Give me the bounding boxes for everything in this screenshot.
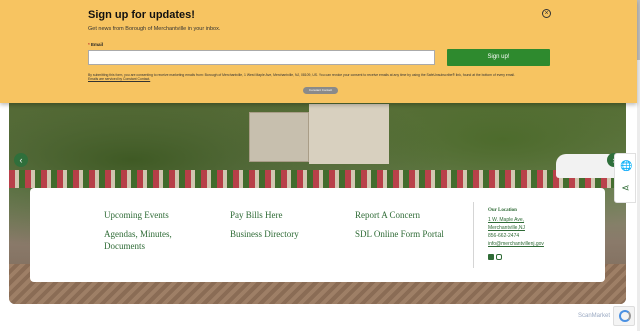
contact-address-line2[interactable]: Merchantville,NJ [488,224,598,232]
required-mark: * [88,42,90,47]
link-report-concern[interactable]: Report A Concern [355,209,465,221]
recaptcha-icon [619,310,631,322]
signup-modal: Sign up for updates! Get news from Borou… [0,0,637,103]
constant-contact-link[interactable]: Emails are serviced by Constant Contact. [88,77,553,81]
consent-disclaimer: By submitting this form, you are consent… [88,73,553,81]
globe-icon[interactable]: 🌐 [620,161,632,172]
hero-house [249,112,309,162]
link-upcoming-events[interactable]: Upcoming Events [104,209,204,221]
signup-button[interactable]: Sign up! [447,49,550,66]
email-label: * Email [88,42,103,47]
share-icon[interactable]: ⋖ [620,183,631,194]
link-agendas-minutes[interactable]: Agendas, Minutes, Documents [104,228,204,252]
link-sdl-portal[interactable]: SDL Online Form Portal [355,228,465,240]
link-pay-bills[interactable]: Pay Bills Here [230,209,330,221]
constant-contact-badge[interactable]: Constant Contact [303,87,338,94]
modal-subtitle: Get news from Borough of Merchantville i… [88,26,221,32]
close-button[interactable]: × [542,9,551,18]
hero-flowers [9,170,626,188]
modal-title: Sign up for updates! [88,9,195,21]
divider [473,202,474,268]
contact-block: Our Location 1 W. Maple Ave, Merchantvil… [488,208,598,260]
links-column-2: Pay Bills Here Business Directory [230,209,330,247]
contact-address-line1[interactable]: 1 W. Maple Ave, [488,216,598,224]
watermark: ScanMarket [578,313,611,319]
contact-email[interactable]: info@merchantvillenj.gov [488,240,598,248]
social-links [488,254,598,260]
utility-panel: 🌐 ⋖ [614,153,636,203]
close-icon: × [544,10,549,17]
link-business-directory[interactable]: Business Directory [230,228,330,240]
recaptcha-badge[interactable] [613,306,635,326]
links-column-1: Upcoming Events Agendas, Minutes, Docume… [104,209,204,259]
email-field[interactable] [88,50,435,65]
instagram-icon[interactable] [496,254,502,260]
contact-heading: Our Location [488,208,517,213]
links-column-3: Report A Concern SDL Online Form Portal [355,209,465,247]
facebook-icon[interactable] [488,254,494,260]
disclaimer-text: By submitting this form, you are consent… [88,73,515,77]
hero-house [309,104,389,164]
slider-prev-button[interactable]: ‹ [14,153,28,167]
email-label-text: Email [91,42,104,47]
chevron-left-icon: ‹ [19,155,23,165]
quick-links-card: Upcoming Events Agendas, Minutes, Docume… [30,188,605,282]
contact-phone: 856-662-2474 [488,233,520,239]
